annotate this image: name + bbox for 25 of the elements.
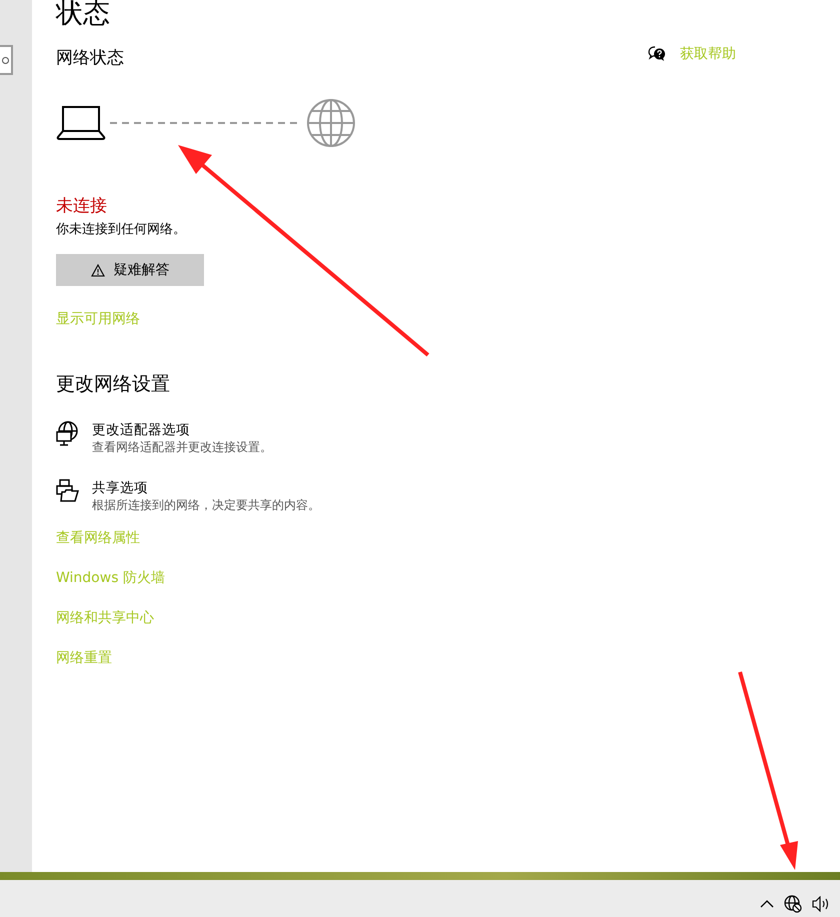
printer-folder-icon[interactable] — [56, 479, 80, 505]
settings-link[interactable]: Windows 防火墙 — [56, 568, 165, 588]
laptop-icon — [56, 105, 106, 141]
connection-status: 未连接 — [56, 195, 107, 218]
warning-icon — [90, 264, 104, 276]
option-description: 查看网络适配器并更改连接设置。 — [92, 439, 272, 456]
section-heading: 更改网络设置 — [56, 372, 170, 397]
option-description: 根据所连接到的网络，决定要共享的内容。 — [92, 497, 320, 514]
speaker-icon[interactable] — [812, 896, 830, 912]
globe-monitor-icon[interactable] — [56, 421, 80, 447]
globe-icon — [306, 98, 356, 148]
settings-link[interactable]: 查看网络属性 — [56, 528, 140, 548]
chevron-up-icon[interactable] — [760, 898, 774, 908]
network-globe-icon[interactable] — [784, 894, 802, 912]
status-description: 你未连接到任何网络。 — [56, 221, 186, 239]
settings-link[interactable]: 网络重置 — [56, 648, 112, 668]
option-link[interactable]: 更改适配器选项 — [92, 421, 190, 439]
settings-link[interactable]: 网络和共享中心 — [56, 608, 154, 628]
help-chat-icon — [648, 46, 666, 62]
search-field[interactable] — [0, 45, 13, 75]
help-link[interactable]: 获取帮助 — [680, 44, 736, 64]
section-heading: 网络状态 — [56, 47, 124, 70]
option-link[interactable]: 共享选项 — [92, 479, 148, 497]
show-networks-link[interactable]: 显示可用网络 — [56, 309, 140, 329]
troubleshoot-button[interactable]: 疑难解答 — [56, 254, 204, 286]
